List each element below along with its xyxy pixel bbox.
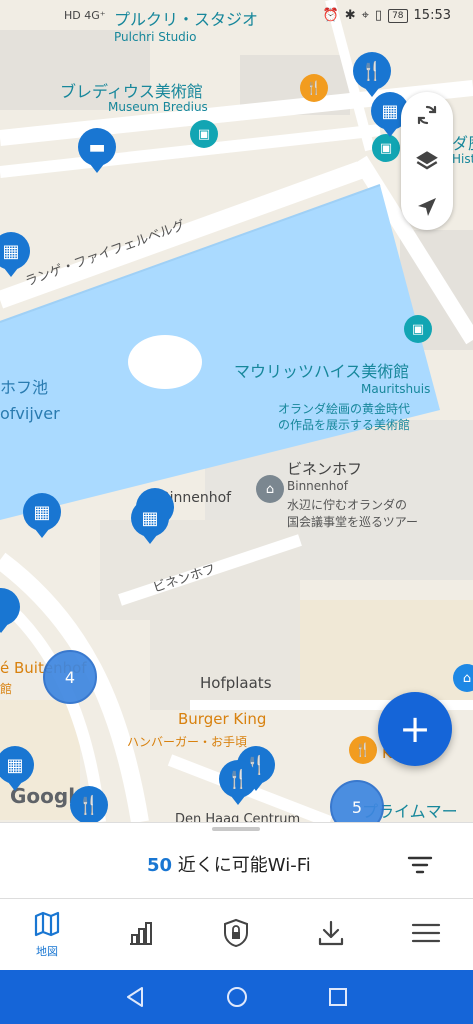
mauritshuis-label-en: Mauritshuis bbox=[361, 382, 431, 396]
restaurant-poi-icon[interactable]: 🍴 bbox=[349, 736, 377, 764]
add-hotspot-button[interactable]: + bbox=[378, 692, 452, 766]
tab-vpn[interactable] bbox=[201, 899, 271, 971]
layers-icon[interactable] bbox=[407, 141, 447, 181]
den-haag-centrum-label: Den Haag Centrum bbox=[175, 812, 301, 822]
wifi-pin-restaurant-icon[interactable]: 🍴 bbox=[353, 52, 391, 97]
mauritshuis-desc-2: の作品を展示する美術館 bbox=[278, 418, 411, 432]
pulchri-label-en: Pulchri Studio bbox=[114, 30, 197, 44]
map-icon bbox=[33, 911, 61, 941]
restaurant-poi-icon[interactable]: 🍴 bbox=[300, 74, 328, 102]
tab-download[interactable] bbox=[296, 899, 366, 971]
download-icon bbox=[317, 919, 345, 951]
cafe-buitenhof-sub: 館 bbox=[0, 682, 13, 696]
wifi-pin-restaurant-icon[interactable]: 🍴 bbox=[70, 786, 108, 822]
map-controls bbox=[401, 92, 453, 230]
mauritshuis-desc-1: オランダ絵画の黄金時代 bbox=[278, 402, 411, 416]
nearby-wifi-count: 50 bbox=[147, 855, 173, 876]
wifi-pin-building-icon[interactable]: ▦ bbox=[131, 499, 169, 544]
museum-poi-icon[interactable]: ▣ bbox=[190, 120, 218, 148]
nearby-wifi-label: 近くに可能Wi-Fi bbox=[177, 855, 311, 876]
refresh-icon[interactable] bbox=[407, 95, 447, 135]
landmark-poi-icon[interactable]: ⌂ bbox=[256, 475, 284, 503]
status-right: ⏰ ✱ ⌖ ▯ 78 15:53 bbox=[323, 8, 452, 23]
hofvijver-label-ja: ホフ池 bbox=[0, 378, 49, 397]
home-icon[interactable] bbox=[225, 985, 249, 1013]
wifi-pin-building-icon[interactable]: ▦ bbox=[23, 493, 61, 538]
burger-king-sub: ハンバーガー・お手頃 bbox=[127, 735, 248, 749]
bredius-label-ja: ブレディウス美術館 bbox=[60, 82, 203, 101]
tab-map[interactable]: 地図 bbox=[12, 899, 82, 971]
battery-indicator: 78 bbox=[388, 8, 408, 23]
shield-lock-icon bbox=[222, 918, 250, 952]
hofplaats-label: Hofplaats bbox=[200, 674, 272, 692]
clock: 15:53 bbox=[413, 8, 451, 23]
binnenhof-desc-1: 水辺に佇むオランダの bbox=[287, 498, 408, 512]
binnenhof-desc-2: 国会議事堂を巡るツアー bbox=[287, 515, 419, 529]
binnenhof-label-ja: ビネンホフ bbox=[287, 460, 363, 478]
bottom-tab-bar: 地図 bbox=[0, 898, 473, 971]
hofvijver-label-en: ofvijver bbox=[0, 404, 60, 423]
shopping-poi-icon[interactable]: ⌂ bbox=[453, 664, 473, 692]
filter-icon[interactable] bbox=[406, 853, 434, 881]
nearby-wifi-title: 50 近くに可能Wi-Fi bbox=[147, 851, 311, 877]
bottom-sheet[interactable]: 50 近くに可能Wi-Fi bbox=[0, 822, 473, 899]
history-label-en: Hist bbox=[452, 152, 473, 166]
network-indicator: HD 4G⁺ bbox=[64, 9, 106, 22]
tab-map-label: 地図 bbox=[36, 945, 58, 958]
wifi-pin-restaurant-icon[interactable]: 🍴 bbox=[219, 760, 257, 805]
recents-icon[interactable] bbox=[327, 985, 349, 1013]
burger-king-label: Burger King bbox=[178, 710, 267, 728]
museum-poi-icon[interactable]: ▣ bbox=[404, 315, 432, 343]
status-bar: HD 4G⁺ ⏰ ✱ ⌖ ▯ 78 15:53 bbox=[0, 0, 473, 30]
wifi-cluster-left[interactable]: 4 bbox=[43, 650, 97, 704]
binnenhof-label-en: Binnenhof bbox=[287, 479, 348, 493]
navigation-arrow-icon[interactable] bbox=[407, 187, 447, 227]
sheet-drag-handle[interactable] bbox=[212, 827, 260, 831]
museum-poi-icon[interactable]: ▣ bbox=[372, 134, 400, 162]
bluetooth-icon: ✱ bbox=[344, 8, 356, 23]
vibrate-icon: ▯ bbox=[374, 8, 383, 23]
bredius-label-en: Museum Bredius bbox=[108, 100, 208, 114]
system-navigation-bar bbox=[0, 970, 473, 1024]
tab-menu[interactable] bbox=[391, 899, 461, 971]
mauritshuis-label-ja: マウリッツハイス美術館 bbox=[234, 362, 410, 381]
wifi-pin-hotel-icon[interactable]: ▬ bbox=[78, 128, 116, 173]
bar-chart-icon bbox=[127, 920, 155, 950]
tab-statistics[interactable] bbox=[106, 899, 176, 971]
menu-icon bbox=[411, 921, 441, 949]
back-icon[interactable] bbox=[124, 985, 146, 1013]
location-icon: ⌖ bbox=[361, 8, 369, 23]
alarm-icon: ⏰ bbox=[322, 8, 339, 23]
history-label-ja: ダ歴 bbox=[452, 134, 473, 153]
